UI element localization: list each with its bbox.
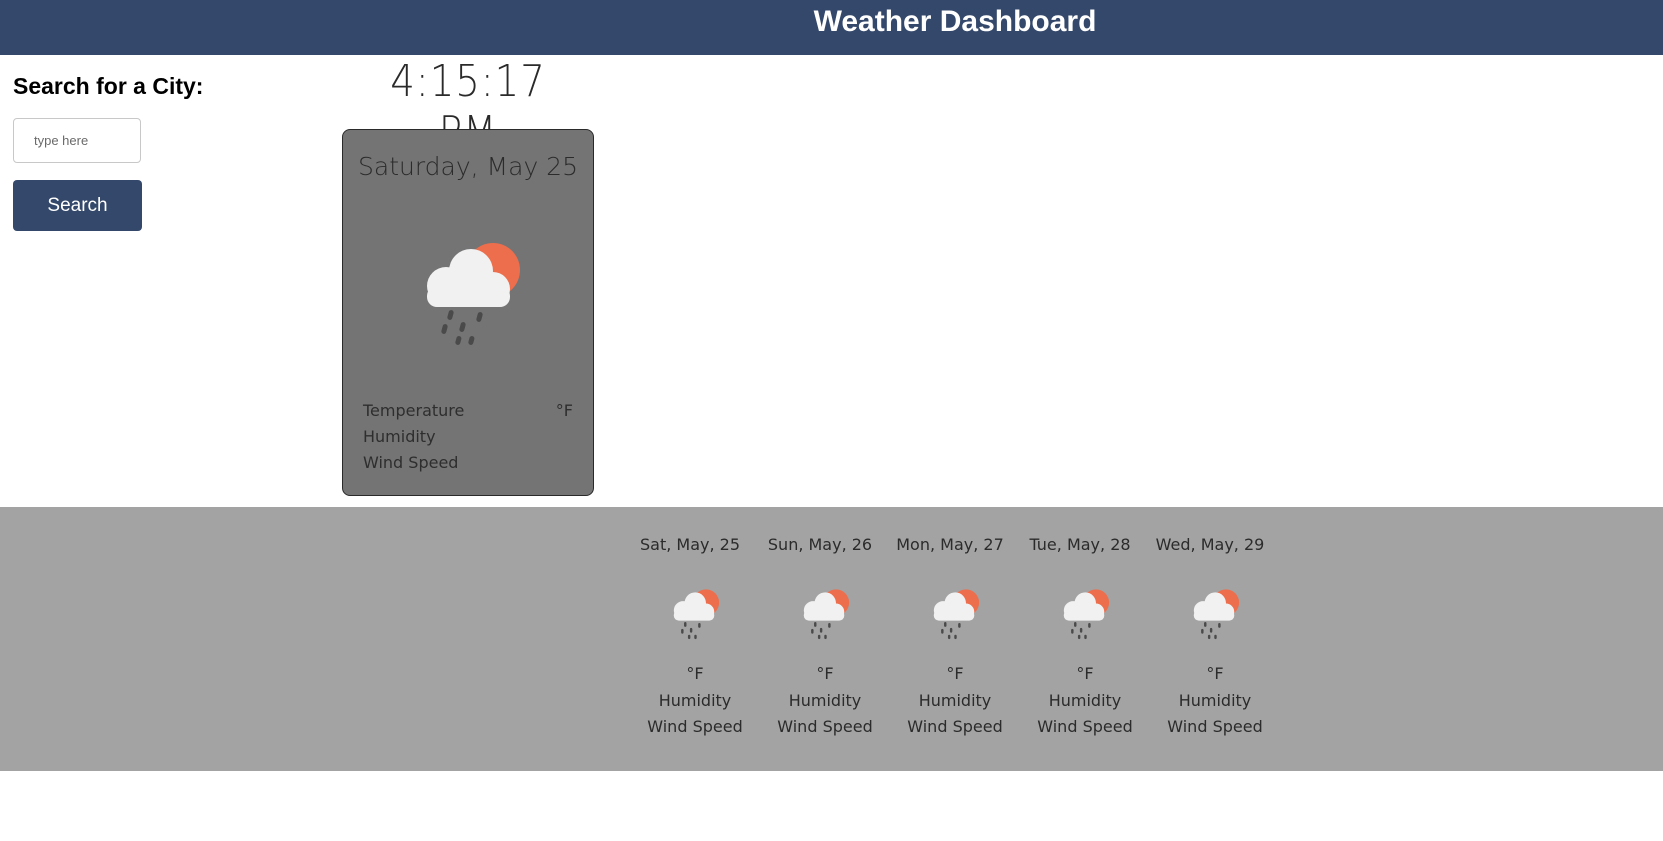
cloud-rain-sun-icon (933, 589, 980, 640)
forecast-date: Sat, May, 25 (639, 535, 740, 554)
forecast-temp-unit: °F (946, 664, 964, 683)
forecast-wind-speed: Wind Speed (647, 717, 743, 736)
forecast-day: Tue, May, 28 °F Humidity Wind Speed (1029, 507, 1165, 771)
forecast-day: Mon, May, 27 °F Humidity Wind Speed (896, 507, 1035, 771)
forecast-humidity: Humidity (1048, 691, 1122, 710)
search-heading: Search for a City: (13, 73, 204, 99)
forecast-humidity: Humidity (788, 691, 862, 710)
forecast-temp-unit: °F (1076, 664, 1094, 683)
app-header: Weather Dashboard (0, 0, 1663, 55)
cloud-rain-sun-icon (1193, 589, 1240, 640)
cloud-rain-sun-icon (803, 589, 850, 640)
forecast-temp-unit: °F (1206, 664, 1224, 683)
temperature-unit: °F (555, 401, 573, 420)
forecast-date: Mon, May, 27 (896, 535, 1004, 554)
city-search-input[interactable] (13, 118, 141, 163)
forecast-date: Sun, May, 26 (767, 535, 873, 554)
humidity-label: Humidity (363, 427, 436, 446)
current-date: Saturday, May 25 (358, 152, 578, 181)
page-title: Weather Dashboard (813, 5, 1097, 38)
forecast-wind-speed: Wind Speed (1037, 717, 1133, 736)
forecast-date: Wed, May, 29 (1155, 535, 1265, 554)
cloud-rain-sun-icon (427, 243, 520, 345)
forecast-humidity: Humidity (1178, 691, 1252, 710)
forecast-wind-speed: Wind Speed (1167, 717, 1263, 736)
forecast-date: Tue, May, 28 (1029, 535, 1131, 554)
cloud-rain-sun-icon (1063, 589, 1110, 640)
forecast-wind-speed: Wind Speed (907, 717, 1003, 736)
forecast-day: Sun, May, 26 °F Humidity Wind Speed (768, 507, 905, 771)
current-weather-card: Saturday, May 25 Temperature °F Humidity… (342, 129, 594, 496)
forecast-day: Wed, May, 29 °F Humidity Wind Speed (1156, 507, 1295, 771)
cloud-rain-sun-icon (673, 589, 720, 640)
search-button[interactable]: Search (13, 180, 142, 231)
five-day-forecast: Sat, May, 25 °F Humidity Wind Speed Sun,… (0, 507, 1663, 771)
forecast-temp-unit: °F (816, 664, 834, 683)
temperature-label: Temperature (363, 401, 465, 420)
forecast-humidity: Humidity (918, 691, 992, 710)
forecast-temp-unit: °F (686, 664, 704, 683)
wind-speed-label: Wind Speed (363, 453, 459, 472)
forecast-wind-speed: Wind Speed (777, 717, 873, 736)
forecast-day: Sat, May, 25 °F Humidity Wind Speed (640, 507, 775, 771)
forecast-humidity: Humidity (658, 691, 732, 710)
